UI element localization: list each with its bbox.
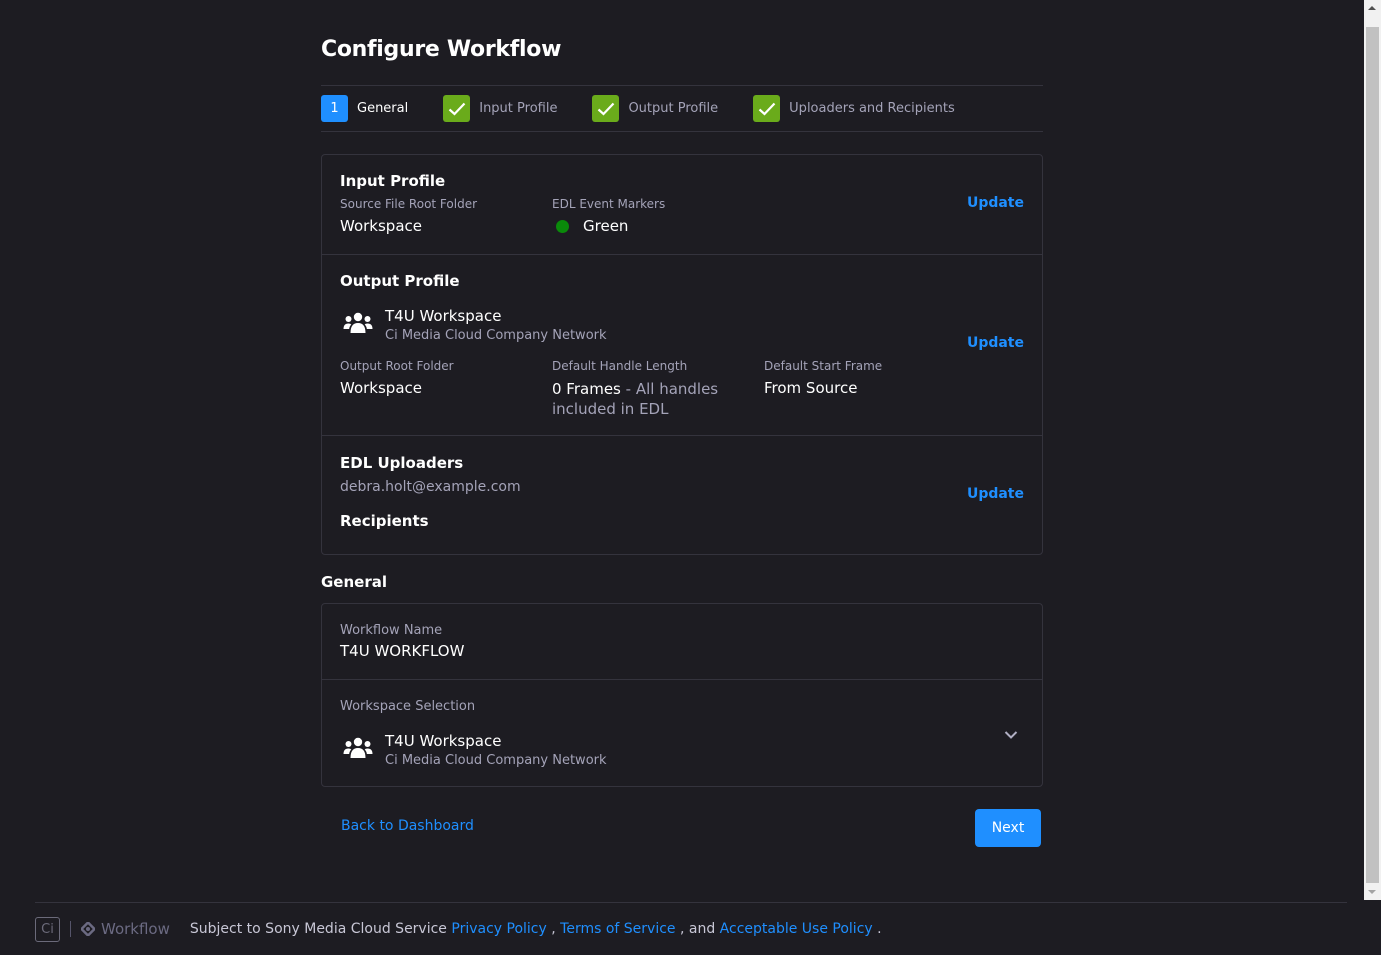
- check-icon: [443, 95, 471, 122]
- footer-text: Subject to Sony Media Cloud Service: [189, 921, 452, 937]
- footer-divider: [70, 921, 71, 937]
- update-output-profile-link[interactable]: Update: [967, 335, 1024, 351]
- acceptable-use-policy-link[interactable]: Acceptable Use Policy: [720, 921, 873, 937]
- terms-of-service-link[interactable]: Terms of Service: [560, 921, 675, 937]
- scroll-thumb[interactable]: [1366, 27, 1379, 883]
- general-card: Workflow Name T4U WORKFLOW Workspace Sel…: [321, 603, 1043, 787]
- source-folder-label: Source File Root Folder: [340, 197, 478, 211]
- update-uploaders-link[interactable]: Update: [967, 486, 1024, 502]
- uploader-email: debra.holt@example.com: [340, 479, 521, 495]
- handle-length-frames: 0 Frames: [552, 380, 621, 398]
- step-label: Uploaders and Recipients: [789, 101, 955, 116]
- general-section-title: General: [321, 573, 387, 591]
- scroll-up-arrow-icon[interactable]: [1368, 6, 1376, 10]
- ci-logo: Ci: [35, 916, 60, 942]
- workspace-selection-label: Workspace Selection: [340, 699, 476, 714]
- source-folder-value: Workspace: [340, 217, 422, 235]
- update-input-profile-link[interactable]: Update: [967, 195, 1024, 211]
- step-label: Output Profile: [628, 101, 719, 116]
- step-input-profile[interactable]: Input Profile: [443, 95, 557, 122]
- step-label: Input Profile: [479, 101, 558, 116]
- footer: Ci Workflow Subject to Sony Media Cloud …: [35, 902, 1347, 955]
- workflow-icon: [81, 922, 95, 936]
- output-root-folder-label: Output Root Folder: [340, 359, 454, 373]
- users-group-icon: [343, 312, 373, 333]
- input-profile-section: Input Profile Source File Root Folder Wo…: [322, 155, 1042, 255]
- handle-length-label: Default Handle Length: [552, 359, 688, 373]
- workflow-app-name: Workflow: [101, 920, 170, 938]
- start-frame-label: Default Start Frame: [764, 359, 883, 373]
- start-frame-value: From Source: [764, 379, 858, 397]
- workspace-name: T4U Workspace: [385, 307, 502, 325]
- page-title: Configure Workflow: [321, 37, 562, 62]
- footer-separator: , and: [675, 921, 720, 937]
- section-title: Output Profile: [340, 272, 460, 290]
- selected-workspace-network: Ci Media Cloud Company Network: [385, 753, 607, 768]
- step-label: General: [357, 101, 409, 116]
- selected-workspace-name: T4U Workspace: [385, 732, 502, 750]
- step-number-badge: 1: [321, 95, 348, 122]
- check-icon: [592, 95, 620, 122]
- output-root-folder-value: Workspace: [340, 379, 422, 397]
- step-output-profile[interactable]: Output Profile: [592, 95, 718, 122]
- scroll-down-arrow-icon[interactable]: [1368, 890, 1376, 894]
- privacy-policy-link[interactable]: Privacy Policy: [451, 921, 546, 937]
- footer-suffix: .: [872, 921, 882, 937]
- next-button[interactable]: Next: [975, 809, 1041, 847]
- workflow-name-field[interactable]: Workflow Name T4U WORKFLOW: [322, 604, 1042, 680]
- handle-length-value: 0 Frames - All handles included in EDL: [552, 379, 732, 419]
- workflow-name-value[interactable]: T4U WORKFLOW: [340, 642, 464, 660]
- step-uploaders-recipients[interactable]: Uploaders and Recipients: [753, 95, 955, 122]
- workspace-network: Ci Media Cloud Company Network: [385, 328, 607, 343]
- summary-card: Input Profile Source File Root Folder Wo…: [321, 154, 1043, 555]
- stepper: 1 General Input Profile Output Profile U…: [321, 85, 1043, 132]
- marker-color-dot: [556, 220, 569, 233]
- check-icon: [753, 95, 781, 122]
- recipients-title: Recipients: [340, 512, 429, 530]
- workspace-selection-dropdown[interactable]: Workspace Selection T4U Workspace Ci Med…: [322, 680, 1042, 786]
- step-general[interactable]: 1 General: [321, 95, 408, 122]
- footer-separator: ,: [546, 921, 561, 937]
- chevron-down-icon[interactable]: [1004, 730, 1018, 740]
- vertical-scrollbar[interactable]: [1364, 0, 1381, 900]
- markers-value: Green: [583, 217, 629, 235]
- section-title: Input Profile: [340, 172, 446, 190]
- section-title: EDL Uploaders: [340, 454, 464, 472]
- output-profile-section: Output Profile T4U Workspace Ci Media Cl…: [322, 255, 1042, 436]
- uploaders-section: EDL Uploaders debra.holt@example.com Rec…: [322, 436, 1042, 554]
- back-to-dashboard-link[interactable]: Back to Dashboard: [341, 818, 474, 834]
- users-group-icon: [343, 737, 373, 758]
- workflow-name-label: Workflow Name: [340, 623, 443, 638]
- markers-label: EDL Event Markers: [552, 197, 666, 211]
